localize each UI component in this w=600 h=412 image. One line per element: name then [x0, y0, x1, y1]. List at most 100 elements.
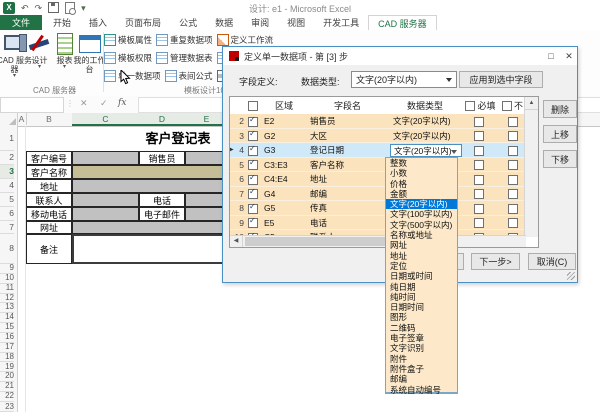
row-checkbox[interactable]: ✓	[248, 204, 258, 214]
cell-label-website[interactable]: 网址	[26, 221, 72, 234]
row-header[interactable]: 3	[0, 165, 14, 179]
select-all-corner[interactable]	[0, 113, 18, 126]
dropdown-option[interactable]: 纯日期	[386, 282, 457, 292]
ribbon-tab[interactable]: 数据	[206, 15, 242, 30]
row-checkbox[interactable]: ✓	[248, 146, 258, 156]
dropdown-option[interactable]: 日期或时间	[386, 271, 457, 281]
select-all-checkbox[interactable]: ✓	[248, 101, 258, 111]
row-required-checkbox[interactable]: ✓	[474, 218, 484, 228]
row-required-checkbox[interactable]: ✓	[474, 204, 484, 214]
cell-input-website[interactable]	[72, 221, 228, 234]
dropdown-option[interactable]: 附件	[386, 354, 457, 364]
table-horizontal-scrollbar[interactable]: ◀	[230, 235, 526, 247]
ribbon-tab[interactable]: 开发工具	[314, 15, 368, 30]
dropdown-option[interactable]: 价格	[386, 179, 457, 189]
row-header[interactable]: 4	[0, 179, 14, 193]
ribbon-small-button[interactable]: 重复数据项	[156, 34, 213, 46]
dropdown-option[interactable]: 整数	[386, 158, 457, 168]
row-header[interactable]: 6	[0, 207, 14, 221]
dropdown-option[interactable]: 二维码	[386, 323, 457, 333]
required-all-checkbox[interactable]: ✓	[465, 101, 475, 111]
row-required-checkbox[interactable]: ✓	[474, 131, 484, 141]
cell-label-customer-no[interactable]: 客户编号	[26, 151, 72, 165]
ribbon-tab[interactable]: 公式	[170, 15, 206, 30]
ribbon-small-button[interactable]: 表间公式	[165, 70, 213, 82]
cell-label-mobile[interactable]: 移动电话	[26, 207, 72, 221]
undo-icon[interactable]: ↶	[21, 2, 29, 14]
print-preview-icon[interactable]	[65, 2, 75, 14]
clipped-all-checkbox[interactable]: ✓	[502, 101, 512, 111]
dropdown-option[interactable]: 电子签章	[386, 333, 457, 343]
save-icon[interactable]	[48, 2, 59, 13]
dropdown-option[interactable]: 小数	[386, 168, 457, 178]
dropdown-option[interactable]: 文字识别	[386, 343, 457, 353]
row-checkbox[interactable]: ✓	[248, 131, 258, 141]
side-button[interactable]: 下移	[543, 150, 577, 168]
ribbon-tab[interactable]: 视图	[278, 15, 314, 30]
row-checkbox[interactable]: ✓	[248, 117, 258, 127]
cell-input-customer-no[interactable]	[72, 151, 139, 165]
ribbon-tab[interactable]: 插入	[80, 15, 116, 30]
dropdown-option[interactable]: 日期时间	[386, 302, 457, 312]
row-clipped-checkbox[interactable]: ✓	[508, 146, 518, 156]
cell-label-customer-name[interactable]: 客户名称	[26, 165, 72, 179]
name-box[interactable]	[0, 97, 64, 113]
dropdown-option[interactable]: 名称或地址	[386, 230, 457, 240]
scroll-left-icon[interactable]: ◀	[230, 236, 243, 247]
redo-icon[interactable]: ↷	[35, 2, 43, 14]
row-clipped-checkbox[interactable]: ✓	[508, 189, 518, 199]
row-data-type[interactable]: 文字(20字以内)	[390, 129, 462, 144]
row-data-type[interactable]: 文字(20字以内)	[390, 144, 462, 157]
qat-customize-icon[interactable]: ▾	[81, 2, 86, 14]
close-button[interactable]: ✕	[561, 49, 577, 63]
scroll-up-icon[interactable]: ▲	[525, 97, 538, 110]
row-required-checkbox[interactable]: ✓	[474, 146, 484, 156]
data-type-combobox[interactable]: 文字(20字以内)	[351, 71, 457, 88]
row-clipped-checkbox[interactable]: ✓	[508, 131, 518, 141]
cell-label-salesperson[interactable]: 销售员	[139, 151, 185, 165]
row-header[interactable]: 18	[0, 353, 14, 363]
dropdown-option[interactable]: 邮编	[386, 374, 457, 384]
row-checkbox[interactable]: ✓	[248, 218, 258, 228]
row-clipped-checkbox[interactable]: ✓	[508, 175, 518, 185]
row-clipped-checkbox[interactable]: ✓	[508, 218, 518, 228]
dropdown-option[interactable]: 金额	[386, 189, 457, 199]
field-row[interactable]: ▶ 3 ✓ G2 大区 文字(20字以内) ✓ ✓	[230, 129, 526, 144]
dropdown-option[interactable]: 附件盒子	[386, 364, 457, 374]
accept-entry-icon[interactable]: ✓	[100, 98, 108, 109]
row-data-type[interactable]: 文字(20字以内)	[390, 114, 462, 129]
row-clipped-checkbox[interactable]: ✓	[508, 160, 518, 170]
field-row[interactable]: ▶ 9 ✓ E5 电话 ✓ ✓	[230, 216, 526, 231]
table-vertical-scrollbar[interactable]: ▲	[524, 97, 538, 237]
row-header[interactable]: 23	[0, 402, 14, 412]
cancel-entry-icon[interactable]: ✕	[80, 98, 88, 109]
cell-label-phone[interactable]: 电话	[139, 193, 185, 207]
cell-label-email[interactable]: 电子邮件	[139, 207, 185, 221]
cell-input-customer-name-selected[interactable]	[72, 165, 228, 179]
row-required-checkbox[interactable]: ✓	[474, 160, 484, 170]
dropdown-option[interactable]: 地址	[386, 251, 457, 261]
cancel-dialog-button[interactable]: 取消(C)	[528, 253, 576, 270]
cell-input-notes[interactable]	[72, 234, 228, 264]
side-button[interactable]: 上移	[543, 125, 577, 143]
combobox-caret-icon[interactable]	[446, 78, 452, 82]
ribbon-small-button[interactable]: 模板属性	[104, 34, 152, 46]
ribbon-small-button[interactable]: 管理数据表	[156, 52, 213, 64]
dialog-title-bar[interactable]: 定义单一数据项 - 第 [3] 步 □ ✕	[223, 47, 577, 65]
dropdown-option[interactable]: 文字(100字以内)	[386, 209, 457, 219]
dropdown-option[interactable]: 定位	[386, 261, 457, 271]
field-row[interactable]: ▶ 2 ✓ E2 销售员 文字(20字以内) ✓ ✓	[230, 114, 526, 129]
field-row[interactable]: ▶ 4 ✓ G3 登记日期 文字(20字以内) ✓ ✓	[230, 143, 526, 158]
dropdown-option[interactable]: 文字(500字以内)	[386, 220, 457, 230]
ribbon-tab[interactable]: 开始	[44, 15, 80, 30]
row-checkbox[interactable]: ✓	[248, 160, 258, 170]
row-required-checkbox[interactable]: ✓	[474, 117, 484, 127]
tab-file[interactable]: 文件	[0, 15, 42, 30]
row-required-checkbox[interactable]: ✓	[474, 175, 484, 185]
row-header[interactable]: 7	[0, 221, 14, 234]
column-header[interactable]: B	[26, 113, 73, 125]
cell-label-contact[interactable]: 联系人	[26, 193, 72, 207]
dropdown-option[interactable]: 网址	[386, 240, 457, 250]
insert-function-icon[interactable]: fx	[118, 98, 126, 108]
cell-input-mobile[interactable]	[72, 207, 139, 221]
